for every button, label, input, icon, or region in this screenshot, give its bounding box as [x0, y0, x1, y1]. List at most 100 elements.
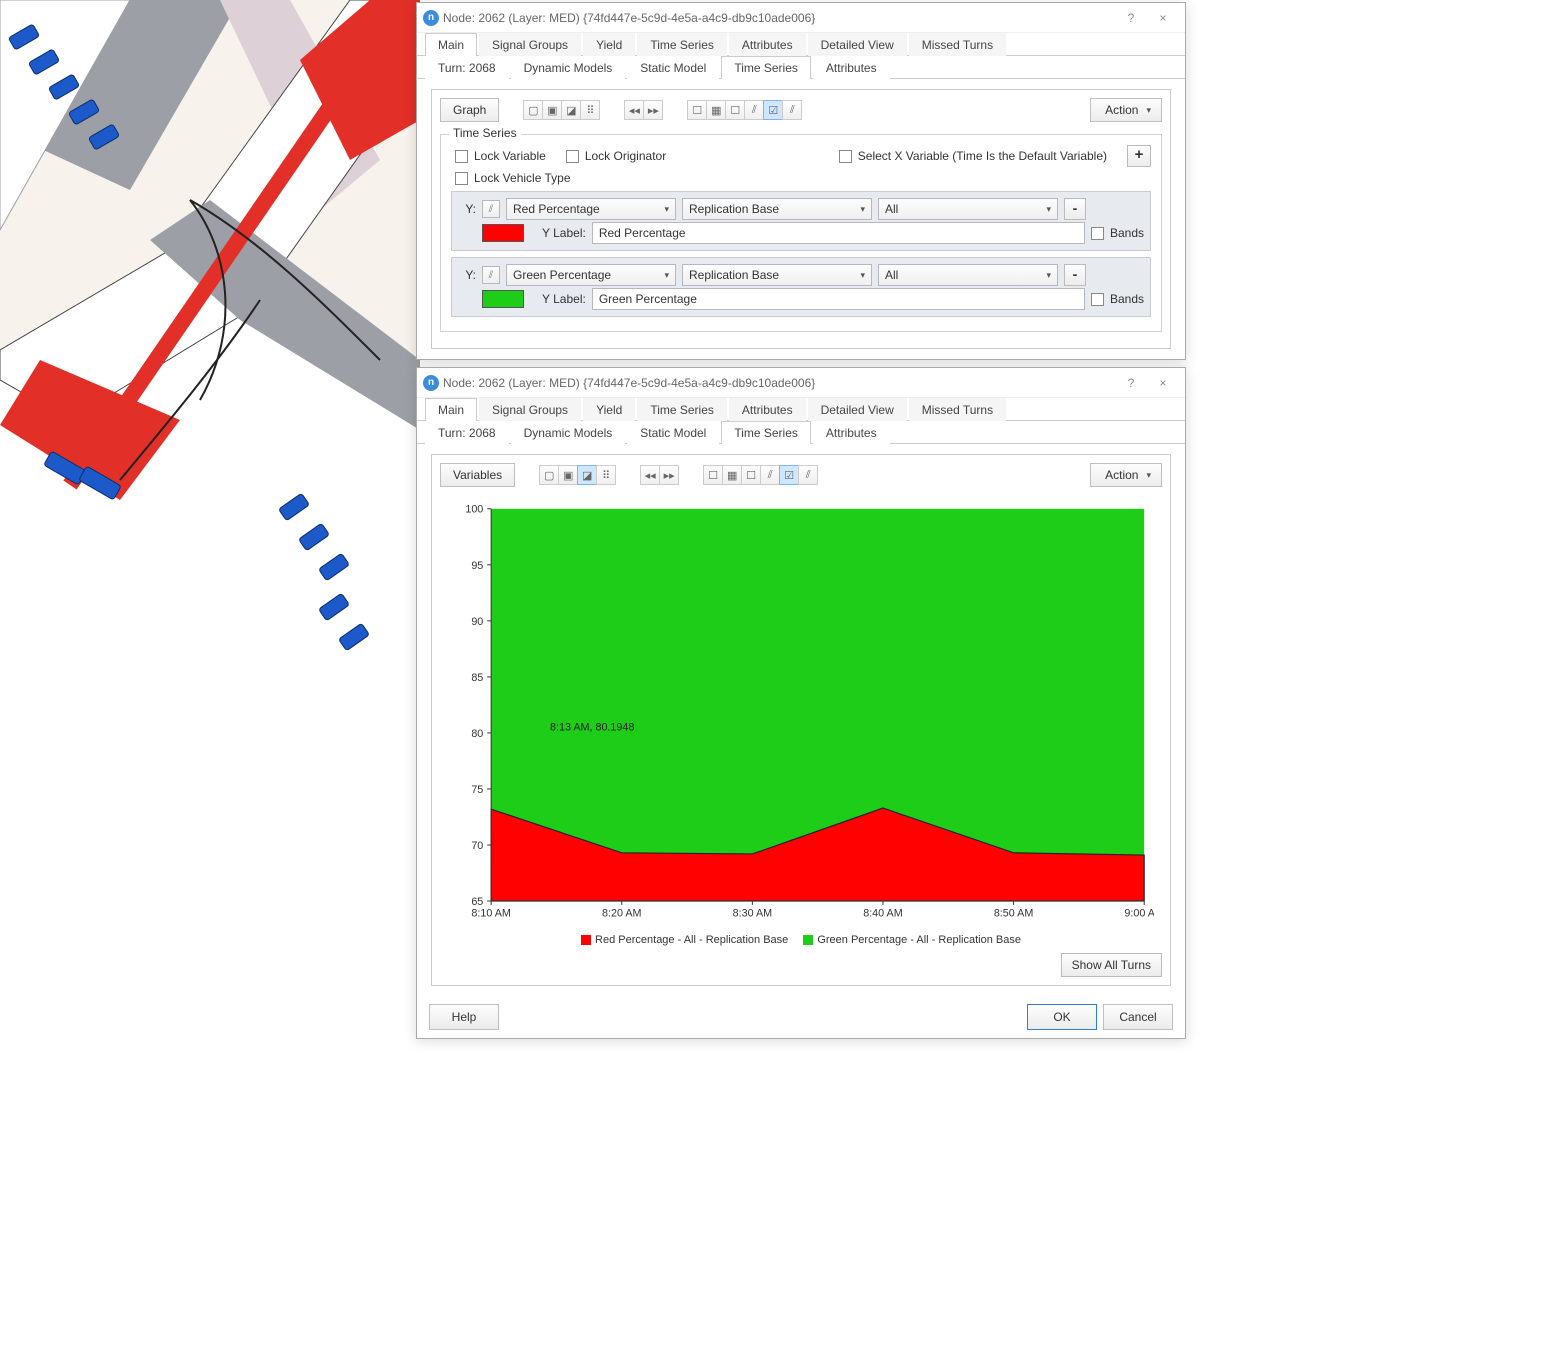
- tab-static-model[interactable]: Static Model: [627, 421, 719, 444]
- series-block-0: Y: ⫽ Red Percentage Replication Base All…: [451, 191, 1151, 251]
- tab-time-series[interactable]: Time Series: [721, 421, 811, 444]
- tab-detailed-view[interactable]: Detailed View: [808, 398, 907, 421]
- help-button[interactable]: Help: [429, 1004, 499, 1030]
- chart-style-area-icon[interactable]: ◪: [577, 465, 597, 485]
- action-menu[interactable]: Action: [1090, 463, 1162, 487]
- tabs-secondary: Turn: 2068Dynamic ModelsStatic ModelTime…: [417, 56, 1185, 79]
- chart-style-icon-4[interactable]: ⠿: [596, 465, 616, 485]
- map-canvas[interactable]: [0, 0, 420, 680]
- nav-last-icon[interactable]: ▸▸: [659, 465, 679, 485]
- ok-button[interactable]: OK: [1027, 1004, 1097, 1030]
- window-title: Node: 2062 (Layer: MED) {74fd447e-5c9d-4…: [439, 11, 1115, 25]
- close-icon[interactable]: ×: [1147, 369, 1179, 397]
- svg-text:8:20 AM: 8:20 AM: [602, 908, 642, 920]
- titlebar[interactable]: n Node: 2062 (Layer: MED) {74fd447e-5c9d…: [417, 3, 1185, 33]
- tool-icon-1[interactable]: ☐: [703, 465, 723, 485]
- tool-icon-6[interactable]: ⫽: [782, 100, 802, 120]
- nav-first-icon[interactable]: ◂◂: [640, 465, 660, 485]
- tool-icon-2[interactable]: ▦: [706, 100, 726, 120]
- variable-dropdown[interactable]: Green Percentage: [506, 264, 676, 286]
- tab-main[interactable]: Main: [425, 33, 477, 56]
- tab-attributes[interactable]: Attributes: [813, 56, 890, 79]
- color-swatch[interactable]: [482, 290, 524, 308]
- tab-detailed-view[interactable]: Detailed View: [808, 33, 907, 56]
- tab-turn-2068[interactable]: Turn: 2068: [425, 421, 509, 444]
- tab-time-series[interactable]: Time Series: [637, 33, 727, 56]
- add-series-button[interactable]: +: [1127, 145, 1151, 167]
- time-series-fieldset: Time Series Lock Variable Lock Originato…: [440, 134, 1162, 332]
- tool-icon-6[interactable]: ⫽: [798, 465, 818, 485]
- chart-area[interactable]: 657075808590951008:10 AM8:20 AM8:30 AM8:…: [440, 493, 1162, 977]
- tool-icon-5[interactable]: ☑: [779, 465, 799, 485]
- tool-icon-4[interactable]: ⫽: [744, 100, 764, 120]
- svg-text:90: 90: [471, 616, 483, 628]
- lock-originator-checkbox[interactable]: Lock Originator: [566, 149, 666, 163]
- svg-text:70: 70: [471, 840, 483, 852]
- chart-style-icon-3[interactable]: ◪: [561, 100, 581, 120]
- remove-series-button[interactable]: -: [1064, 264, 1086, 286]
- close-icon[interactable]: ×: [1147, 4, 1179, 32]
- y-label-input[interactable]: Green Percentage: [592, 288, 1085, 310]
- svg-text:75: 75: [471, 784, 483, 796]
- tab-attributes[interactable]: Attributes: [813, 421, 890, 444]
- tab-yield[interactable]: Yield: [583, 398, 635, 421]
- lock-vehicle-type-checkbox[interactable]: Lock Vehicle Type: [455, 171, 571, 185]
- tab-attributes[interactable]: Attributes: [729, 398, 806, 421]
- scope-dropdown[interactable]: All: [878, 264, 1058, 286]
- tab-yield[interactable]: Yield: [583, 33, 635, 56]
- color-swatch[interactable]: [482, 224, 524, 242]
- tab-time-series[interactable]: Time Series: [721, 56, 811, 79]
- svg-text:100: 100: [465, 504, 483, 516]
- tool-icon-2[interactable]: ▦: [722, 465, 742, 485]
- help-icon[interactable]: ?: [1115, 369, 1147, 397]
- area-chart: 657075808590951008:10 AM8:20 AM8:30 AM8:…: [448, 499, 1154, 930]
- tab-signal-groups[interactable]: Signal Groups: [479, 33, 581, 56]
- graph-button[interactable]: Graph: [440, 98, 499, 122]
- svg-text:8:10 AM: 8:10 AM: [471, 908, 511, 920]
- chart-style-icon-1[interactable]: ▢: [539, 465, 559, 485]
- tab-signal-groups[interactable]: Signal Groups: [479, 398, 581, 421]
- tab-time-series[interactable]: Time Series: [637, 398, 727, 421]
- tab-attributes[interactable]: Attributes: [729, 33, 806, 56]
- replication-dropdown[interactable]: Replication Base: [682, 264, 872, 286]
- help-icon[interactable]: ?: [1115, 4, 1147, 32]
- svg-text:8:13 AM, 80.1948: 8:13 AM, 80.1948: [550, 722, 634, 734]
- svg-text:95: 95: [471, 560, 483, 572]
- action-menu[interactable]: Action: [1090, 98, 1162, 122]
- tab-dynamic-models[interactable]: Dynamic Models: [511, 421, 626, 444]
- series-type-icon[interactable]: ⫽: [482, 200, 500, 218]
- scope-dropdown[interactable]: All: [878, 198, 1058, 220]
- bands-checkbox[interactable]: Bands: [1091, 226, 1144, 240]
- variables-button[interactable]: Variables: [440, 463, 515, 487]
- show-all-turns-button[interactable]: Show All Turns: [1061, 953, 1162, 977]
- tool-icon-1[interactable]: ☐: [687, 100, 707, 120]
- tool-icon-4[interactable]: ⫽: [760, 465, 780, 485]
- series-type-icon[interactable]: ⫽: [482, 266, 500, 284]
- cancel-button[interactable]: Cancel: [1103, 1004, 1173, 1030]
- app-icon: n: [423, 375, 439, 391]
- titlebar[interactable]: n Node: 2062 (Layer: MED) {74fd447e-5c9d…: [417, 368, 1185, 398]
- y-label-input[interactable]: Red Percentage: [592, 222, 1085, 244]
- tab-missed-turns[interactable]: Missed Turns: [909, 33, 1006, 56]
- remove-series-button[interactable]: -: [1064, 198, 1086, 220]
- tool-icon-3[interactable]: ☐: [725, 100, 745, 120]
- nav-last-icon[interactable]: ▸▸: [643, 100, 663, 120]
- tab-dynamic-models[interactable]: Dynamic Models: [511, 56, 626, 79]
- tab-main[interactable]: Main: [425, 398, 477, 421]
- variable-dropdown[interactable]: Red Percentage: [506, 198, 676, 220]
- tool-icon-5[interactable]: ☑: [763, 100, 783, 120]
- nav-first-icon[interactable]: ◂◂: [624, 100, 644, 120]
- chart-style-icon-2[interactable]: ▣: [542, 100, 562, 120]
- tabs-primary: MainSignal GroupsYieldTime SeriesAttribu…: [417, 33, 1185, 56]
- tool-icon-3[interactable]: ☐: [741, 465, 761, 485]
- bands-checkbox[interactable]: Bands: [1091, 292, 1144, 306]
- tab-static-model[interactable]: Static Model: [627, 56, 719, 79]
- tab-turn-2068[interactable]: Turn: 2068: [425, 56, 509, 79]
- chart-style-icon-2[interactable]: ▣: [558, 465, 578, 485]
- chart-style-icon-1[interactable]: ▢: [523, 100, 543, 120]
- lock-variable-checkbox[interactable]: Lock Variable: [455, 149, 546, 163]
- select-x-variable-checkbox[interactable]: Select X Variable (Time Is the Default V…: [839, 149, 1107, 163]
- chart-style-icon-4[interactable]: ⠿: [580, 100, 600, 120]
- replication-dropdown[interactable]: Replication Base: [682, 198, 872, 220]
- tab-missed-turns[interactable]: Missed Turns: [909, 398, 1006, 421]
